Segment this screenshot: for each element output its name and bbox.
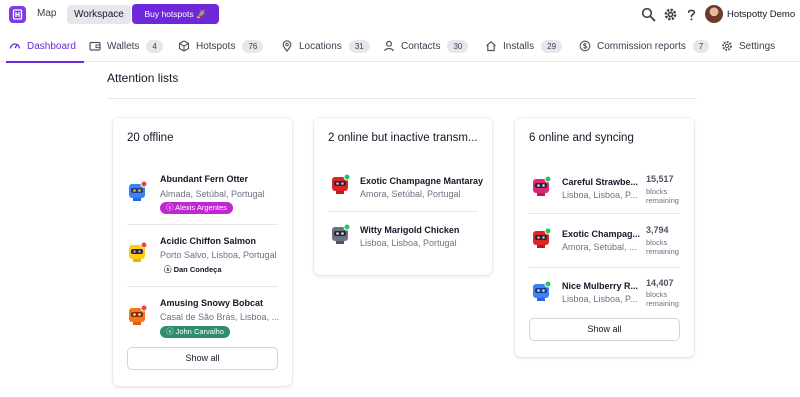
- locations-count-badge: 31: [348, 39, 370, 53]
- cube-icon: [178, 40, 190, 52]
- hotspot-name[interactable]: Acidic Chiffon Salmon: [160, 236, 256, 246]
- divider: [328, 211, 478, 212]
- tab-label: Locations: [299, 40, 342, 52]
- divider: [127, 286, 278, 287]
- hotspot-location: Lisboa, Lisboa, Portugal: [360, 238, 457, 248]
- search-icon[interactable]: [641, 7, 656, 22]
- robot-avatar-icon: [533, 280, 552, 301]
- map-pin-icon: [282, 40, 292, 52]
- page-title: Attention lists: [107, 71, 179, 85]
- main-tab-bar: Dashboard Wallets 4 Hotspots 76 Location…: [0, 30, 800, 63]
- show-all-button[interactable]: Show all: [529, 318, 680, 341]
- hotspot-location: Amora, Setúbal, ...: [562, 242, 637, 252]
- tab-label: Dashboard: [27, 40, 76, 52]
- user-name[interactable]: Hotspotty Demo: [727, 9, 795, 20]
- blocks-remaining-count: 3,794: [646, 225, 669, 235]
- hotspot-name[interactable]: Abundant Fern Otter: [160, 174, 248, 184]
- owner-badge[interactable]: ⓢ Alexis Argentes: [160, 202, 233, 214]
- tab-label: Wallets: [107, 40, 140, 52]
- blocks-remaining-label: blocks remaining: [646, 238, 679, 256]
- card-title: 6 online and syncing: [529, 132, 634, 144]
- owner-name: Alexis Argentes: [175, 203, 227, 212]
- contacts-count-badge: 30: [447, 39, 469, 53]
- hotspot-location: Almada, Setúbal, Portugal: [160, 189, 265, 199]
- tab-contacts[interactable]: Contacts 30: [383, 30, 469, 62]
- hotspot-name[interactable]: Careful Strawbe...: [562, 177, 638, 187]
- hotspots-count-badge: 76: [242, 39, 264, 53]
- logo-icon: [12, 9, 23, 20]
- buy-hotspots-button[interactable]: Buy hotspots 🚀: [132, 4, 219, 24]
- dollar-icon: [579, 40, 591, 52]
- owner-name: John Carvalho: [175, 327, 224, 336]
- robot-avatar-icon: [129, 304, 148, 325]
- robot-avatar-icon: [533, 227, 552, 248]
- dollar-icon: ⓢ: [166, 327, 176, 336]
- commission-count-badge: 7: [692, 39, 710, 53]
- hotspot-name[interactable]: Nice Mulberry R...: [562, 281, 638, 291]
- tab-label: Commission reports: [597, 40, 686, 52]
- blocks-remaining-label: blocks remaining: [646, 290, 679, 308]
- blocks-remaining-label: blocks remaining: [646, 187, 679, 205]
- syncing-card: 6 online and syncing Careful Strawbe... …: [515, 118, 694, 357]
- tab-settings[interactable]: Settings: [721, 30, 775, 62]
- robot-avatar-icon: [332, 173, 351, 194]
- tab-label: Hotspots: [196, 40, 236, 52]
- blocks-remaining-count: 14,407: [646, 278, 674, 288]
- dollar-icon: ⓢ: [166, 203, 176, 212]
- tab-hotspots[interactable]: Hotspots 76: [178, 30, 264, 62]
- gear-icon: [722, 41, 732, 51]
- gauge-icon: [9, 43, 21, 49]
- hotspotty-logo[interactable]: [9, 6, 26, 23]
- hotspot-name[interactable]: Witty Marigold Chicken: [360, 225, 459, 235]
- hotspot-location: Amora, Setúbal, Portugal: [360, 189, 461, 199]
- owner-name: Dan Condeça: [173, 265, 222, 274]
- hotspot-name[interactable]: Amusing Snowy Bobcat: [160, 298, 263, 308]
- tab-label: Contacts: [401, 40, 441, 52]
- hotspot-name[interactable]: Exotic Champagne Mantaray: [360, 176, 483, 186]
- help-icon[interactable]: [684, 7, 699, 22]
- gear-icon[interactable]: [663, 7, 678, 22]
- tab-label: Installs: [503, 40, 535, 52]
- wallet-icon: [89, 41, 101, 51]
- top-bar: Map Workspace Buy hotspots 🚀 Hotspotty D…: [0, 0, 800, 30]
- tab-dashboard[interactable]: Dashboard: [6, 30, 84, 63]
- owner-badge[interactable]: ⓢ Dan Condeça: [164, 264, 228, 276]
- owner-badge[interactable]: ⓢ John Carvalho: [160, 326, 230, 338]
- blocks-remaining-count: 15,517: [646, 174, 674, 184]
- robot-avatar-icon: [129, 241, 148, 262]
- hotspot-location: Porto Salvo, Lisboa, Portugal: [160, 250, 277, 260]
- card-title: 20 offline: [127, 132, 174, 144]
- robot-avatar-icon: [533, 175, 552, 196]
- inactive-card: 2 online but inactive transm... Exotic C…: [314, 118, 492, 275]
- tab-label: Settings: [739, 40, 776, 52]
- robot-avatar-icon: [332, 223, 351, 244]
- divider: [529, 267, 680, 268]
- hotspot-location: Lisboa, Lisboa, P...: [562, 190, 638, 200]
- section-divider: [107, 98, 697, 99]
- hotspot-location: Casal de São Brás, Lisboa, ...: [160, 312, 280, 322]
- divider: [127, 224, 278, 225]
- offline-card: 20 offline Abundant Fern Otter Almada, S…: [113, 118, 292, 386]
- dollar-icon: ⓢ: [164, 265, 174, 274]
- divider: [529, 213, 680, 214]
- show-all-button[interactable]: Show all: [127, 347, 278, 370]
- installs-count-badge: 29: [541, 39, 563, 53]
- tab-commission-reports[interactable]: Commission reports 7: [579, 30, 710, 62]
- hotspot-location: Lisboa, Lisboa, P...: [562, 294, 638, 304]
- nav-map-link[interactable]: Map: [37, 8, 56, 19]
- tab-locations[interactable]: Locations 31: [281, 30, 370, 62]
- home-icon: [486, 40, 496, 52]
- wallets-count-badge: 4: [146, 39, 163, 53]
- tab-wallets[interactable]: Wallets 4: [89, 30, 163, 62]
- nav-workspace-link[interactable]: Workspace: [67, 5, 131, 24]
- hotspot-name[interactable]: Exotic Champag...: [562, 229, 640, 239]
- robot-avatar-icon: [129, 180, 148, 201]
- user-icon: [384, 40, 394, 52]
- card-title: 2 online but inactive transm...: [328, 132, 478, 144]
- user-avatar[interactable]: [705, 5, 723, 23]
- tab-installs[interactable]: Installs 29: [485, 30, 563, 62]
